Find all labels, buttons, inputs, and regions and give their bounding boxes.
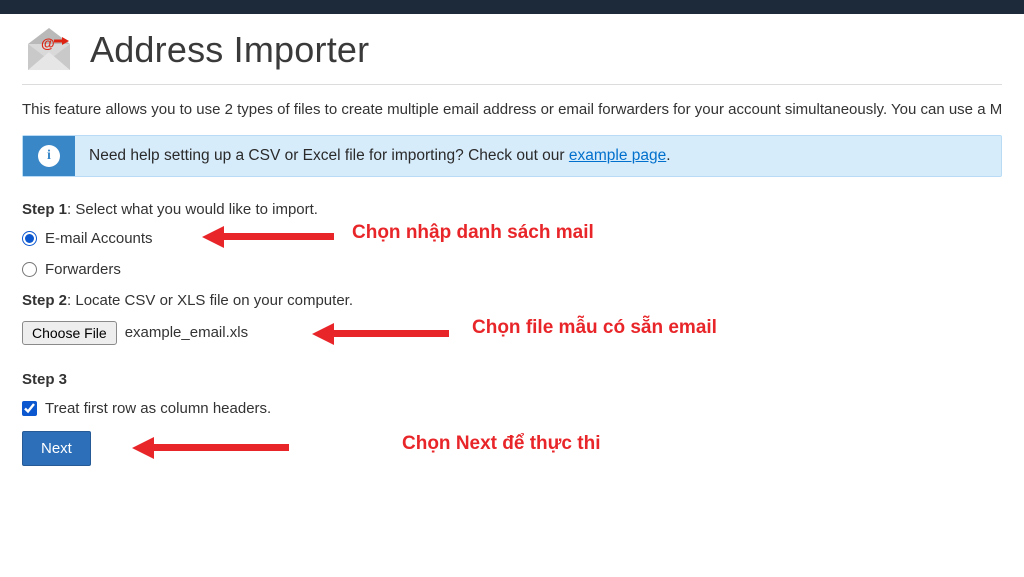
radio-email-accounts-row: E-mail Accounts Chọn nhập danh sách mail xyxy=(22,230,1002,247)
annotation-text-2: Chọn file mẫu có sẵn email xyxy=(472,317,717,339)
step-1: Step 1: Select what you would like to im… xyxy=(22,201,1002,278)
step-2-label: Step 2 xyxy=(22,292,67,309)
address-importer-icon: @ xyxy=(22,28,76,72)
treat-headers-label: Treat first row as column headers. xyxy=(45,400,271,417)
radio-email-accounts[interactable] xyxy=(22,231,37,246)
step-3-heading: Step 3 xyxy=(22,371,1002,388)
radio-forwarders-label: Forwarders xyxy=(45,261,121,278)
annotation-arrow-2 xyxy=(312,323,449,345)
example-page-link[interactable]: example page xyxy=(569,147,666,164)
treat-headers-checkbox[interactable] xyxy=(22,401,37,416)
top-bar xyxy=(0,0,1024,14)
svg-text:@: @ xyxy=(41,35,55,51)
next-button[interactable]: Next xyxy=(22,431,91,466)
step-1-label: Step 1 xyxy=(22,201,67,218)
info-icon-box: i xyxy=(23,136,75,176)
annotation-arrow-1 xyxy=(202,226,334,248)
next-button-row: Next Chọn Next để thực thi xyxy=(22,431,1002,466)
step-3: Step 3 Treat first row as column headers… xyxy=(22,371,1002,417)
step-1-heading: Step 1: Select what you would like to im… xyxy=(22,201,1002,218)
annotation-text-1: Chọn nhập danh sách mail xyxy=(352,222,594,244)
help-callout: i Need help setting up a CSV or Excel fi… xyxy=(22,135,1002,177)
file-chooser-row: Choose File example_email.xls Chọn file … xyxy=(22,321,1002,345)
step-2-heading: Step 2: Locate CSV or XLS file on your c… xyxy=(22,292,1002,309)
divider xyxy=(22,84,1002,85)
step-2-text: : Locate CSV or XLS file on your compute… xyxy=(67,292,353,309)
header-row-checkbox-row: Treat first row as column headers. xyxy=(22,400,1002,417)
choose-file-button[interactable]: Choose File xyxy=(22,321,117,345)
step-1-text: : Select what you would like to import. xyxy=(67,201,318,218)
help-text-after: . xyxy=(666,147,670,164)
intro-text: This feature allows you to use 2 types o… xyxy=(22,99,1002,121)
step-3-label: Step 3 xyxy=(22,371,67,388)
radio-email-accounts-label: E-mail Accounts xyxy=(45,230,153,247)
page-header: @ Address Importer xyxy=(22,28,1002,72)
page-content: @ Address Importer This feature allows y… xyxy=(0,14,1024,466)
annotation-arrow-3 xyxy=(132,437,289,459)
info-icon: i xyxy=(38,145,60,167)
page-title: Address Importer xyxy=(90,29,369,71)
radio-forwarders[interactable] xyxy=(22,262,37,277)
chosen-file-name: example_email.xls xyxy=(125,324,248,341)
help-text: Need help setting up a CSV or Excel file… xyxy=(75,136,685,176)
step-2: Step 2: Locate CSV or XLS file on your c… xyxy=(22,292,1002,345)
help-text-before: Need help setting up a CSV or Excel file… xyxy=(89,147,569,164)
annotation-text-3: Chọn Next để thực thi xyxy=(402,433,600,455)
radio-forwarders-row: Forwarders xyxy=(22,261,1002,278)
